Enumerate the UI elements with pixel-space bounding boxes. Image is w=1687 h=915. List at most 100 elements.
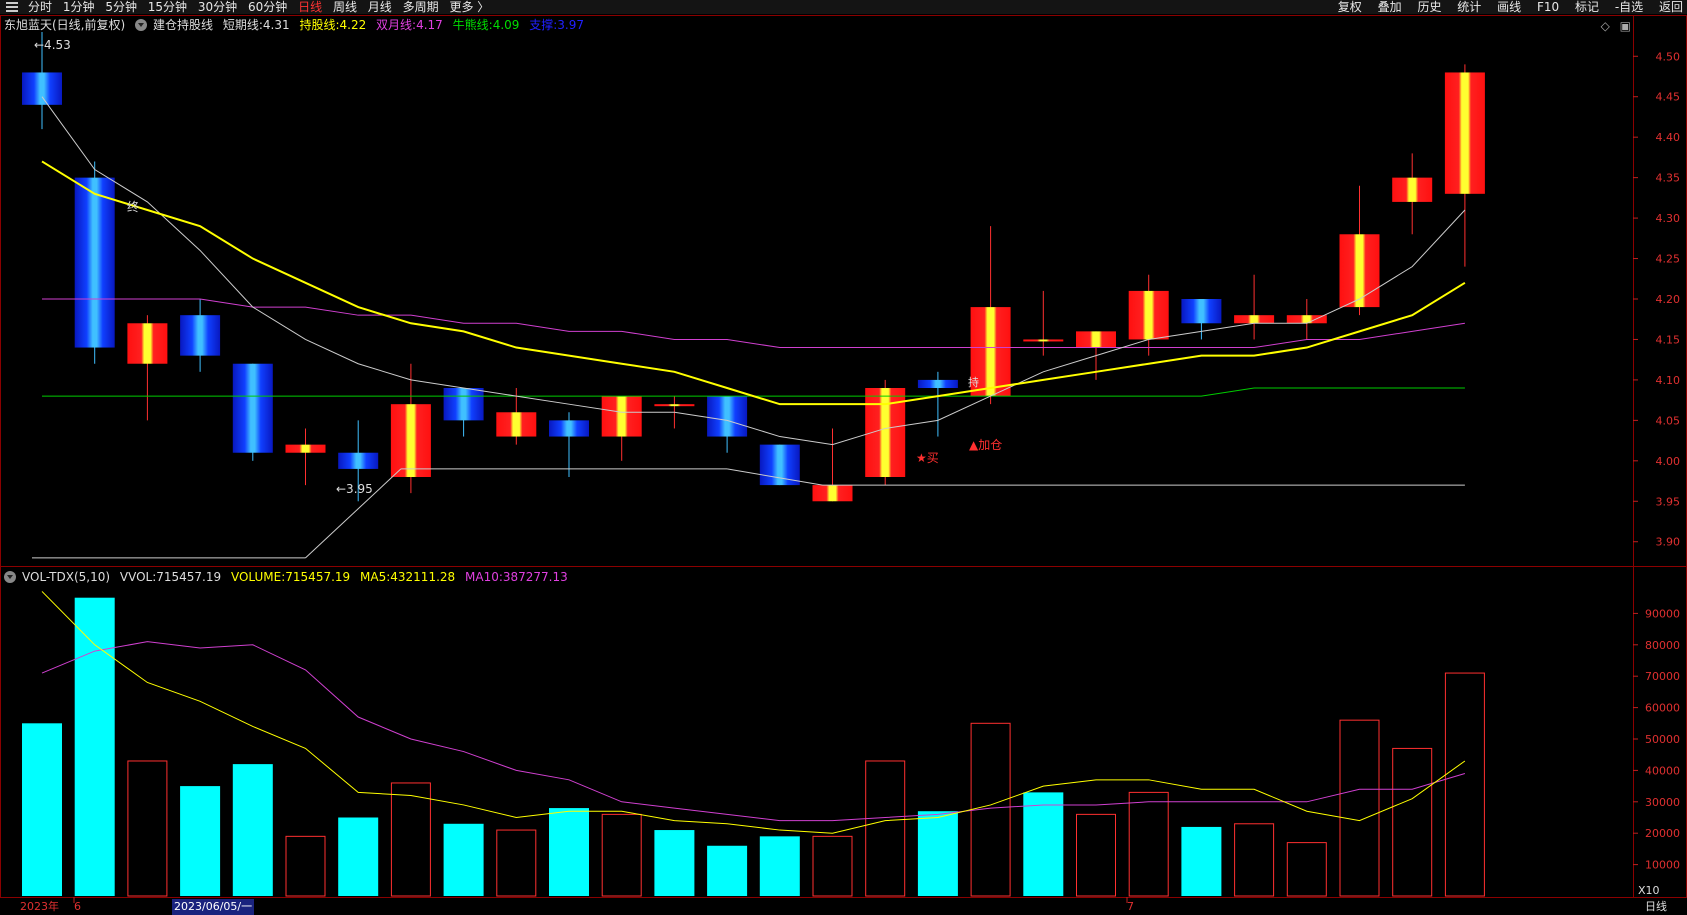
- candle-body: [443, 388, 484, 421]
- candle-body: [1444, 72, 1485, 194]
- support-label: 支撑:: [529, 18, 558, 32]
- volume-bar: [232, 764, 273, 896]
- volume-bar: [285, 835, 326, 897]
- price-tick-label: 4.05: [1656, 414, 1681, 427]
- volume-bar: [1128, 791, 1169, 897]
- candle-body: [812, 485, 853, 502]
- volume-multiplier: X10: [1638, 884, 1660, 897]
- candle-body: [1181, 299, 1222, 324]
- bull-value: 4.09: [492, 18, 520, 32]
- candle-body: [1339, 234, 1380, 308]
- volume-bar: [1181, 826, 1222, 896]
- volume-bar: [654, 830, 695, 896]
- indicator-name[interactable]: 建仓持股线: [153, 18, 213, 32]
- buy-signal: ★买: [916, 451, 939, 465]
- ma10-value: 387277.13: [502, 570, 568, 584]
- candle-body: [74, 177, 115, 348]
- candle-body: [232, 363, 273, 453]
- volume-bar: [443, 823, 484, 896]
- price-tick-label: 4.10: [1656, 374, 1681, 387]
- price-tick-label: 4.35: [1656, 172, 1681, 185]
- ma5-value: 432111.28: [390, 570, 456, 584]
- price-tick-label: 4.20: [1656, 293, 1681, 306]
- volume-tick-label: 10000: [1645, 859, 1680, 872]
- hold-signal: 持: [968, 375, 979, 389]
- candle-body: [1392, 177, 1433, 202]
- volume-value: 715457.19: [285, 570, 351, 584]
- volume-bar: [74, 597, 115, 896]
- volume-bar: [549, 808, 589, 896]
- price-tick-label: 4.15: [1656, 333, 1681, 346]
- period-label[interactable]: 日线: [1645, 899, 1667, 915]
- candle-body: [180, 315, 221, 356]
- year-label: 2023年: [20, 900, 59, 913]
- price-tick-label: 3.90: [1656, 536, 1681, 549]
- volume-bar: [917, 811, 958, 896]
- price-tick-label: 4.30: [1656, 212, 1681, 225]
- candle-body: [1234, 315, 1275, 324]
- candle-body: [601, 396, 642, 437]
- main-legend: 东旭蓝天(日线,前复权) 建仓持股线 短期线:4.31 持股线:4.22 双月线…: [4, 18, 590, 32]
- indicator-dropdown-icon[interactable]: [135, 19, 148, 31]
- candle-body: [759, 444, 800, 486]
- volume-bar: [759, 836, 800, 896]
- candle-body: [1023, 339, 1064, 342]
- low-price-label: ←3.95: [336, 482, 373, 496]
- volume-bar: [707, 845, 748, 896]
- volume-label: VOLUME:: [230, 570, 286, 584]
- candle-body: [1076, 331, 1116, 348]
- end-signal: 终: [127, 199, 139, 214]
- volume-tick-label: 70000: [1645, 670, 1680, 683]
- volume-bar: [1286, 842, 1327, 897]
- volume-dropdown-icon[interactable]: [4, 571, 16, 583]
- stock-title: 东旭蓝天(日线,前复权): [4, 18, 126, 32]
- price-tick-label: 4.25: [1656, 253, 1681, 266]
- vvol-value: 715457.19: [156, 570, 222, 584]
- volume-tick-label: 80000: [1645, 639, 1680, 652]
- candle-body: [127, 323, 168, 364]
- candle-body: [707, 396, 748, 437]
- selected-date: 2023/06/05/一: [172, 899, 255, 915]
- volume-bar: [601, 813, 642, 897]
- candle-body: [1128, 290, 1169, 340]
- volume-tick-label: 40000: [1645, 764, 1680, 777]
- time-axis: 2023年 6 2023/06/05/一 7 日线: [0, 899, 1687, 915]
- candle-body: [496, 412, 537, 437]
- double-value: 4.17: [416, 18, 443, 32]
- price-tick-label: 4.00: [1656, 455, 1681, 468]
- kline-chart[interactable]: 3.90 3.95 4.00 4.05 4.10 4.15 4.20 4.25 4.30 4.35…: [0, 0, 1687, 915]
- diamond-icon[interactable]: ◇: [1601, 19, 1610, 33]
- price-tick-label: 4.40: [1656, 131, 1681, 144]
- volume-indicator-name[interactable]: VOL-TDX(5,10): [22, 570, 110, 584]
- vvol-label: VVOL:: [119, 570, 157, 584]
- volume-bar: [1392, 747, 1433, 897]
- maximize-icon[interactable]: ▣: [1620, 19, 1631, 33]
- volume-bar: [127, 760, 168, 897]
- volume-bar: [1444, 672, 1485, 897]
- hold-value: 4.22: [339, 18, 367, 32]
- volume-bar: [338, 817, 379, 896]
- month-7-label: 7: [1127, 900, 1134, 913]
- candle-body: [654, 404, 695, 407]
- add-position-signal: ▲加仓: [969, 438, 1002, 452]
- candle-body: [338, 452, 379, 469]
- high-price-label: ←4.53: [34, 38, 71, 52]
- month-6-label: 6: [74, 900, 81, 913]
- volume-legend: VOL-TDX(5,10) VVOL:715457.19 VOLUME:7154…: [4, 570, 574, 584]
- volume-bar: [865, 760, 906, 897]
- volume-tick-label: 50000: [1645, 733, 1680, 746]
- price-tick-label: 3.95: [1656, 495, 1681, 508]
- short-label: 短期线:: [222, 18, 263, 32]
- volume-tick-label: 20000: [1645, 827, 1680, 840]
- volume-bar: [1339, 719, 1380, 897]
- volume-bar: [1076, 813, 1116, 897]
- volume-bar: [180, 786, 221, 896]
- candle-body: [917, 379, 958, 388]
- volume-bar: [22, 723, 62, 896]
- volume-bar: [1234, 823, 1275, 897]
- bull-label: 牛熊线:: [452, 18, 493, 32]
- volume-tick-label: 90000: [1645, 607, 1680, 620]
- support-value: 3.97: [557, 18, 584, 32]
- volume-bar: [390, 782, 431, 897]
- double-label: 双月线:: [376, 18, 417, 32]
